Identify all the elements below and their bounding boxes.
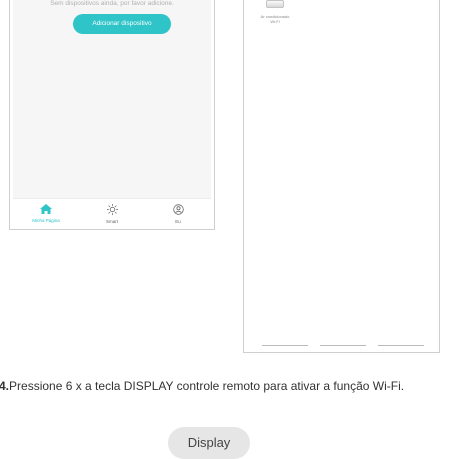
device-name: Ar condicionado Wi-Fi [258,14,292,24]
app-home-screen: Sem dispositivos ainda, por favor adicio… [13,0,211,229]
instruction-body: Pressione 6 x a tecla DISPLAY controle r… [9,379,405,393]
home-indicator-segment [320,344,366,346]
bottom-tab-bar: Minha Página Smart Eu [13,198,211,229]
device-name-line2: Wi-Fi [270,19,280,24]
tab-profile[interactable]: Eu [155,199,201,224]
empty-devices-message: Sem dispositivos ainda, por favor adicio… [50,0,174,7]
home-icon [40,204,52,214]
device-tile-air-conditioner[interactable]: Ar condicionado Wi-Fi [258,0,292,24]
tab-my-page[interactable]: Minha Página [23,199,69,223]
step-number: 4. [0,379,10,393]
device-list-screenshot: Ar condicionado Wi-Fi [243,0,440,353]
tab-smart[interactable]: Smart [89,199,135,224]
home-indicator-segment [262,344,308,346]
instruction-text: 4.Pressione 6 x a tecla DISPLAY controle… [0,376,451,396]
tab-profile-label: Eu [175,219,181,224]
sun-icon [106,204,118,215]
remote-display-key: Display [168,427,250,459]
home-indicator-segment [378,344,424,346]
user-icon [172,204,184,215]
add-device-button[interactable]: Adicionar dispositivo [73,14,171,34]
tab-my-page-label: Minha Página [32,218,60,223]
app-home-screenshot: Sem dispositivos ainda, por favor adicio… [9,0,215,230]
tab-smart-label: Smart [105,219,118,224]
air-conditioner-icon [266,0,284,8]
